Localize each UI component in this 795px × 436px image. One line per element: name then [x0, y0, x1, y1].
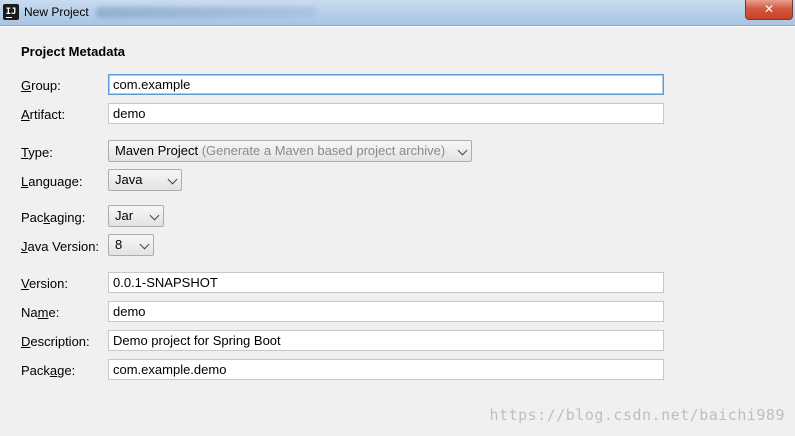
close-button[interactable]: ✕ [745, 0, 793, 20]
artifact-label: Artifact: [21, 107, 66, 122]
type-label: Type: [21, 145, 53, 160]
section-title: Project Metadata [21, 44, 126, 59]
description-label: Description: [21, 334, 90, 349]
name-input[interactable]: demo [108, 301, 664, 322]
type-selected-value: Maven Project [115, 143, 199, 158]
packaging-label: Packaging: [21, 210, 86, 225]
watermark: https://blog.csdn.net/baichi989 [489, 406, 785, 424]
java-version-label: Java Version: [21, 239, 100, 254]
chevron-down-icon [457, 145, 468, 156]
java-version-selected-value: 8 [115, 237, 123, 252]
version-label: Version: [21, 276, 68, 291]
language-label: Language: [21, 174, 83, 189]
java-version-dropdown[interactable]: 8 [108, 234, 154, 256]
project-metadata-panel: Project Metadata Group: com.example Arti… [0, 26, 795, 436]
language-selected-value: Java [115, 172, 143, 187]
window-title: New Project [24, 5, 89, 19]
blurred-title-path [96, 7, 316, 18]
package-input[interactable]: com.example.demo [108, 359, 664, 380]
group-input[interactable]: com.example [108, 74, 664, 95]
chevron-down-icon [167, 174, 178, 185]
packaging-selected-value: Jar [115, 208, 134, 223]
type-hint: (Generate a Maven based project archive) [201, 143, 446, 158]
type-dropdown[interactable]: Maven Project (Generate a Maven based pr… [108, 140, 472, 162]
version-input[interactable]: 0.0.1-SNAPSHOT [108, 272, 664, 293]
description-input[interactable]: Demo project for Spring Boot [108, 330, 664, 351]
packaging-dropdown[interactable]: Jar [108, 205, 164, 227]
artifact-input[interactable]: demo [108, 103, 664, 124]
package-label: Package: [21, 363, 76, 378]
close-icon: ✕ [763, 2, 775, 16]
name-label: Name: [21, 305, 60, 320]
group-label: Group: [21, 78, 61, 93]
chevron-down-icon [149, 210, 160, 221]
language-dropdown[interactable]: Java [108, 169, 182, 191]
title-bar: IJ New Project ✕ [0, 0, 795, 26]
intellij-app-icon: IJ [3, 4, 19, 20]
chevron-down-icon [139, 239, 150, 250]
